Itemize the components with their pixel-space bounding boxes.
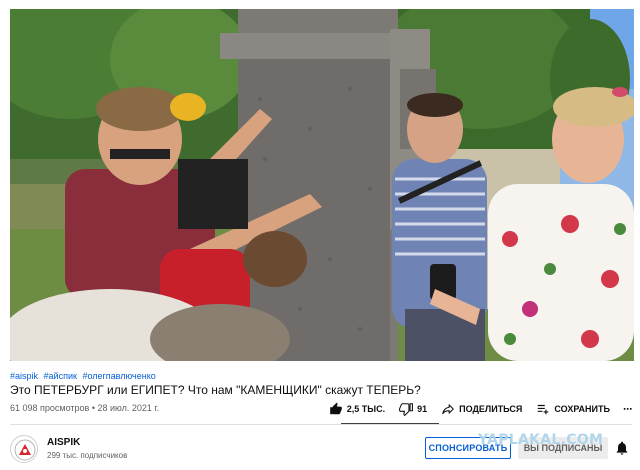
site-watermark: YAPLAKAL.COM (478, 432, 604, 448)
share-arrow-icon (442, 404, 454, 415)
video-title: Это ПЕТЕРБУРГ или ЕГИПЕТ? Что нам "КАМЕН… (10, 383, 421, 397)
dislike-button[interactable]: 91 (392, 398, 434, 420)
save-button[interactable]: СОХРАНИТЬ (529, 398, 617, 420)
share-label: ПОДЕЛИТЬСЯ (459, 404, 523, 414)
upload-date: 28 июл. 2021 г. (97, 403, 160, 413)
thumbs-down-icon (399, 403, 414, 416)
more-actions-button[interactable]: ⋯ (617, 398, 634, 420)
view-count: 61 098 просмотров (10, 403, 90, 413)
hashtag-link[interactable]: #айспик (44, 371, 77, 381)
section-divider (10, 424, 632, 425)
hashtag-link[interactable]: #олегпавлюченко (82, 371, 155, 381)
hashtag-link[interactable]: #aispik (10, 371, 38, 381)
channel-name[interactable]: AISPIK (47, 437, 80, 448)
video-view-info: 61 098 просмотров • 28 июл. 2021 г. (10, 402, 159, 414)
thumbs-up-icon (329, 402, 342, 415)
like-button[interactable]: 2,5 ТЫС. (322, 398, 392, 420)
bell-icon (616, 441, 628, 455)
meta-separator: • (91, 403, 95, 413)
playlist-add-icon (538, 404, 549, 415)
like-count: 2,5 ТЫС. (346, 404, 386, 414)
video-frame-image (10, 9, 634, 361)
notification-bell-button[interactable] (614, 440, 630, 456)
channel-avatar[interactable] (10, 435, 38, 463)
channel-logo-icon (12, 437, 37, 462)
share-button[interactable]: ПОДЕЛИТЬСЯ (434, 398, 529, 420)
save-label: СОХРАНИТЬ (554, 404, 610, 414)
video-player[interactable] (10, 9, 634, 361)
dislike-count: 91 (417, 404, 428, 414)
more-icon: ⋯ (623, 403, 632, 414)
hashtag-list: #aispik #айспик #олегпавлюченко (10, 370, 159, 382)
subscriber-count: 299 тыс. подписчиков (47, 451, 128, 460)
video-actions: 2,5 ТЫС. 91 ПОДЕЛИТЬСЯ СОХРАНИТЬ ⋯ (322, 398, 634, 420)
